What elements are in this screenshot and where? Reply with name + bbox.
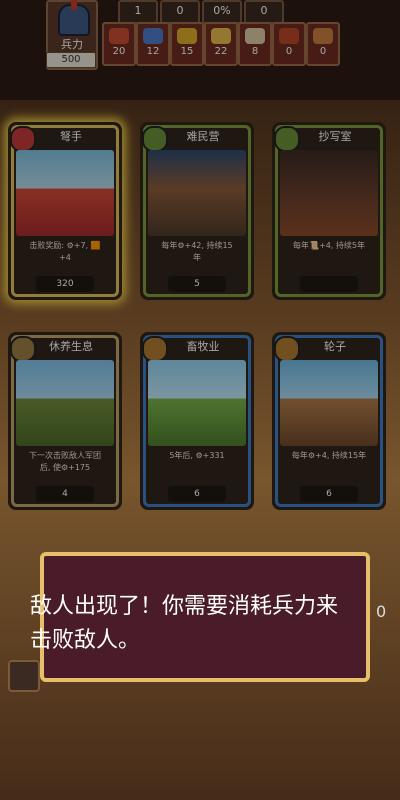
- dialog-text: 敌人出现了！你需要消耗兵力来击败敌人。: [30, 594, 339, 653]
- side-counter: 0: [376, 602, 387, 621]
- menu-icon[interactable]: [8, 660, 40, 692]
